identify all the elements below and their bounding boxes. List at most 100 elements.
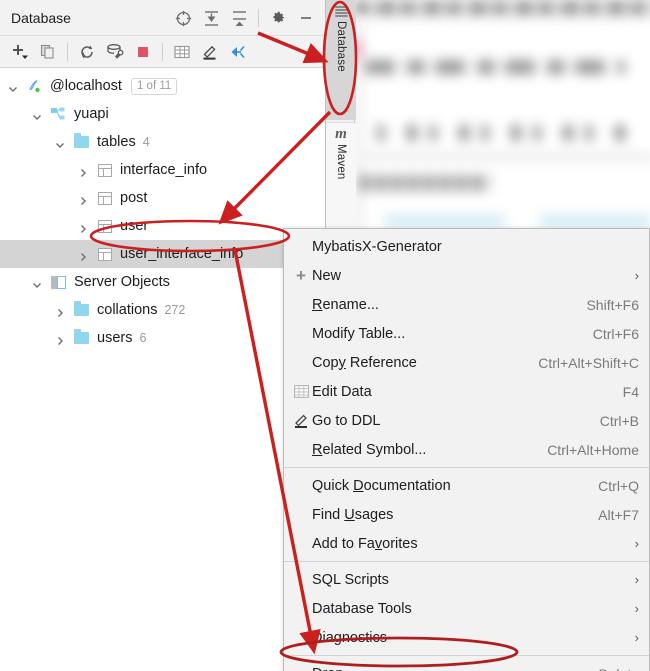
folder-icon [73,301,90,318]
menu-item-edit-data[interactable]: Edit Data F4 [284,377,649,406]
folder-icon [73,133,90,150]
jump-to-ddl-button[interactable] [196,39,224,65]
chevron-right-icon[interactable] [55,333,65,345]
settings-gear-icon[interactable] [265,5,291,31]
folder-icon [73,329,90,346]
plus-icon: + [296,265,306,285]
table-icon [96,246,113,262]
menu-item-label: MybatisX-Generator [312,238,442,255]
menu-separator [284,655,649,656]
menu-item-label: Copy Reference [312,354,417,371]
sidebar-tab-maven-label: Maven [335,144,347,180]
menu-item-label: Rename... [312,296,379,313]
scroll-from-source-icon[interactable] [170,5,196,31]
chevron-right-icon[interactable] [55,305,65,317]
tree-row-count: 272 [164,303,186,317]
chevron-down-icon[interactable] [32,109,42,120]
refresh-button[interactable] [73,39,101,65]
toolbar-divider [67,42,68,61]
menu-item-label: Database Tools [312,600,412,617]
menu-item-shortcut: Alt+F7 [598,506,639,523]
tree-row-users[interactable]: users 6 [0,324,325,352]
toolbar-divider-2 [162,42,163,61]
menu-item-shortcut: Shift+F6 [586,296,639,313]
menu-item-go-to-ddl[interactable]: Go to DDL Ctrl+B [284,406,649,435]
tree-row-post[interactable]: post [0,184,325,212]
status-badge: 1 of 11 [130,77,178,95]
menu-item-new[interactable]: + New › [284,261,649,290]
menu-item-label: Quick Documentation [312,477,451,494]
chevron-right-icon[interactable] [78,249,88,261]
tree-row-interface-info[interactable]: interface_info [0,156,325,184]
hide-panel-icon[interactable] [293,5,319,31]
menu-item-sql-scripts[interactable]: SQL Scripts › [284,565,649,594]
menu-item-quick-documentation[interactable]: Quick Documentation Ctrl+Q [284,471,649,500]
menu-item-shortcut: Ctrl+Q [598,477,639,494]
menu-item-label: Related Symbol... [312,441,427,458]
jump-to-data-button[interactable] [168,39,196,65]
sidebar-tab-database[interactable]: Database [326,0,356,120]
tree-row-tables[interactable]: tables 4 [0,128,325,156]
sidebar-tab-maven[interactable]: m Maven [326,122,356,232]
menu-item-mybatisx-generator[interactable]: MybatisX-Generator [284,232,649,261]
page-title: Database [11,9,71,26]
tree-row-label: Server Objects [74,274,170,290]
chevron-right-icon: › [634,536,639,551]
duplicate-button[interactable] [34,39,62,65]
maven-m-icon: m [335,126,347,142]
expand-all-icon[interactable] [198,5,224,31]
menu-separator [284,561,649,562]
chevron-right-icon[interactable] [78,221,88,233]
tree-row-yuapi[interactable]: yuapi [0,100,325,128]
menu-item-label: Drop [312,666,583,671]
pencil-icon [290,413,312,428]
menu-item-database-tools[interactable]: Database Tools › [284,594,649,623]
menu-item-label: New [312,267,342,284]
tree-row-server-objects[interactable]: Server Objects [0,268,325,296]
chevron-right-icon[interactable] [78,193,88,205]
tree-row-label: tables [97,134,136,150]
menu-item-diagnostics[interactable]: Diagnostics › [284,623,649,652]
menu-item-label: SQL Scripts [312,571,389,588]
menu-item-rename[interactable]: Rename... Shift+F6 [284,290,649,319]
tree-row-user-interface-info[interactable]: user_interface_info [0,240,325,268]
database-panel-header: Database [0,0,325,36]
database-tool-window: Database @localhost 1 of 11 yuapi tables… [0,0,326,671]
chevron-right-icon: › [634,630,639,645]
menu-item-add-to-favorites[interactable]: Add to Favorites › [284,529,649,558]
stop-button[interactable] [129,39,157,65]
tree-row-user[interactable]: user [0,212,325,240]
sidebar-tab-database-label: Database [335,21,347,72]
tree-row-label: collations [97,302,158,318]
grid-icon [290,385,312,398]
database-stripes-icon [334,5,348,18]
menu-item-shortcut: Ctrl+Alt+Shift+C [538,354,639,371]
tree-row-count: 4 [142,135,150,149]
tree-row-collations[interactable]: collations 272 [0,296,325,324]
chevron-down-icon[interactable] [8,81,18,92]
menu-item-related-symbol[interactable]: Related Symbol... Ctrl+Alt+Home [284,435,649,464]
collapse-nodes-button[interactable] [224,39,252,65]
screenshot-root: Database m Maven Database @localhost 1 o… [0,0,650,671]
tree-row-localhost[interactable]: @localhost 1 of 11 [0,72,325,100]
add-new-button[interactable] [6,39,34,65]
chevron-down-icon[interactable] [55,137,65,148]
menu-item-drop[interactable]: Drop Delete [284,659,649,671]
chevron-down-icon[interactable] [32,277,42,288]
table-icon [96,190,113,206]
menu-item-label: Edit Data [312,383,372,400]
menu-item-shortcut: Delete [599,666,639,671]
tree-row-label: interface_info [120,162,208,178]
header-divider [258,9,259,27]
datasource-icon [26,78,43,94]
server-objects-icon [50,274,67,290]
menu-item-find-usages[interactable]: Find Usages Alt+F7 [284,500,649,529]
chevron-right-icon[interactable] [78,165,88,177]
menu-item-modify-table[interactable]: Modify Table... Ctrl+F6 [284,319,649,348]
database-tree: @localhost 1 of 11 yuapi tables 4 interf… [0,68,325,352]
sync-settings-button[interactable] [101,39,129,65]
menu-item-label: Go to DDL [312,412,381,429]
menu-item-shortcut: F4 [622,383,639,400]
collapse-all-icon[interactable] [226,5,252,31]
menu-item-copy-reference[interactable]: Copy Reference Ctrl+Alt+Shift+C [284,348,649,377]
